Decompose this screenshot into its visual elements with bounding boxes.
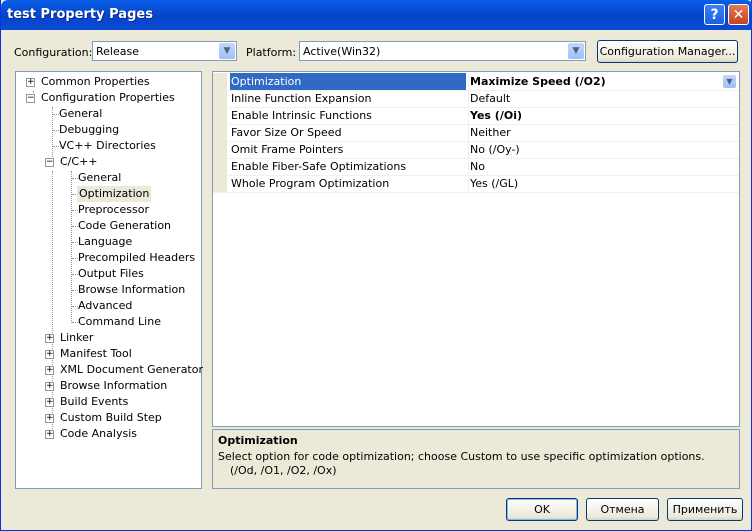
grid-row-enable-intrinsic-functions[interactable]: Enable Intrinsic Functions Yes (/Oi) (213, 107, 739, 125)
tree-item-command-line[interactable]: Command Line (78, 314, 161, 330)
grid-row-omit-frame-pointers[interactable]: Omit Frame Pointers No (/Oy-) (213, 141, 739, 159)
expand-icon[interactable]: + (45, 430, 54, 439)
property-value[interactable]: Default (468, 90, 738, 107)
property-name[interactable]: Favor Size Or Speed (230, 124, 466, 141)
ok-button[interactable]: OK (506, 498, 578, 521)
property-name[interactable]: Whole Program Optimization (230, 175, 466, 192)
property-value[interactable]: No (468, 158, 738, 175)
expand-icon[interactable]: + (45, 382, 54, 391)
expand-icon[interactable]: + (45, 366, 54, 375)
help-button[interactable]: ? (704, 4, 725, 25)
chevron-down-icon[interactable]: ▼ (568, 43, 584, 59)
property-name[interactable]: Omit Frame Pointers (230, 141, 466, 158)
tree-item-cpp-browse-information[interactable]: Browse Information (78, 282, 185, 298)
description-options: (/Od, /O1, /O2, /Ox) (230, 464, 337, 477)
property-pages-window: test Property Pages ? ✕ Configuration: R… (0, 0, 752, 531)
close-button[interactable]: ✕ (728, 4, 749, 25)
chevron-down-icon[interactable]: ▼ (219, 43, 235, 59)
tree-item-preprocessor[interactable]: Preprocessor (78, 202, 149, 218)
expand-icon[interactable]: + (45, 334, 54, 343)
grid-row-whole-program-optimization[interactable]: Whole Program Optimization Yes (/GL) (213, 175, 739, 193)
property-name[interactable]: Inline Function Expansion (230, 90, 466, 107)
collapse-icon[interactable]: − (26, 94, 35, 103)
grid-row-inline-function-expansion[interactable]: Inline Function Expansion Default (213, 90, 739, 108)
description-text: Select option for code optimization; cho… (218, 450, 705, 477)
tree-item-output-files[interactable]: Output Files (78, 266, 144, 282)
chevron-down-icon[interactable]: ▼ (723, 75, 736, 88)
grid-row-favor-size-or-speed[interactable]: Favor Size Or Speed Neither (213, 124, 739, 142)
close-icon: ✕ (732, 6, 745, 23)
platform-select[interactable]: Active(Win32) ▼ (299, 41, 586, 61)
description-panel: Optimization Select option for code opti… (212, 429, 740, 489)
expand-icon[interactable]: + (45, 398, 54, 407)
cancel-button[interactable]: Отмена (586, 498, 659, 521)
property-name[interactable]: Optimization (230, 73, 466, 90)
platform-label: Platform: (246, 46, 297, 59)
configuration-value: Release (96, 45, 139, 58)
grid-row-enable-fiber-safe-optimizations[interactable]: Enable Fiber-Safe Optimizations No (213, 158, 739, 176)
tree-item-debugging[interactable]: Debugging (59, 122, 119, 138)
tree-item-precompiled-headers[interactable]: Precompiled Headers (78, 250, 195, 266)
platform-value: Active(Win32) (303, 45, 381, 58)
expand-icon[interactable]: + (45, 414, 54, 423)
apply-button[interactable]: Применить (667, 498, 743, 521)
window-title: test Property Pages (7, 7, 153, 22)
property-tree[interactable]: + Common Properties − Configuration Prop… (15, 71, 203, 489)
tree-item-vcpp-directories[interactable]: VC++ Directories (59, 138, 156, 154)
property-name[interactable]: Enable Intrinsic Functions (230, 107, 466, 124)
grid-row-optimization[interactable]: Optimization Maximize Speed (/O2) ▼ (213, 73, 739, 91)
tree-item-optimization[interactable]: Optimization (77, 186, 152, 202)
description-title: Optimization (218, 434, 298, 447)
property-grid[interactable]: Optimization Maximize Speed (/O2) ▼ Inlin… (212, 71, 740, 427)
property-value[interactable]: Neither (468, 124, 738, 141)
property-name[interactable]: Enable Fiber-Safe Optimizations (230, 158, 466, 175)
configuration-manager-button[interactable]: Configuration Manager... (597, 40, 738, 63)
tree-item-general[interactable]: General (59, 106, 102, 122)
tree-item-language[interactable]: Language (78, 234, 132, 250)
tree-item-advanced[interactable]: Advanced (78, 298, 132, 314)
title-bar[interactable]: test Property Pages ? ✕ (1, 0, 752, 30)
help-icon: ? (710, 6, 719, 23)
tree-item-cpp-general[interactable]: General (78, 170, 121, 186)
tree-item-code-generation[interactable]: Code Generation (78, 218, 171, 234)
collapse-icon[interactable]: − (45, 158, 54, 167)
expand-icon[interactable]: + (45, 350, 54, 359)
expand-icon[interactable]: + (26, 78, 35, 87)
property-value[interactable]: Yes (/Oi) (468, 107, 738, 124)
configuration-select[interactable]: Release ▼ (92, 41, 237, 61)
property-value[interactable]: Maximize Speed (/O2) ▼ (468, 73, 738, 90)
property-value[interactable]: Yes (/GL) (468, 175, 738, 192)
configuration-label: Configuration: (14, 46, 93, 59)
property-value[interactable]: No (/Oy-) (468, 141, 738, 158)
